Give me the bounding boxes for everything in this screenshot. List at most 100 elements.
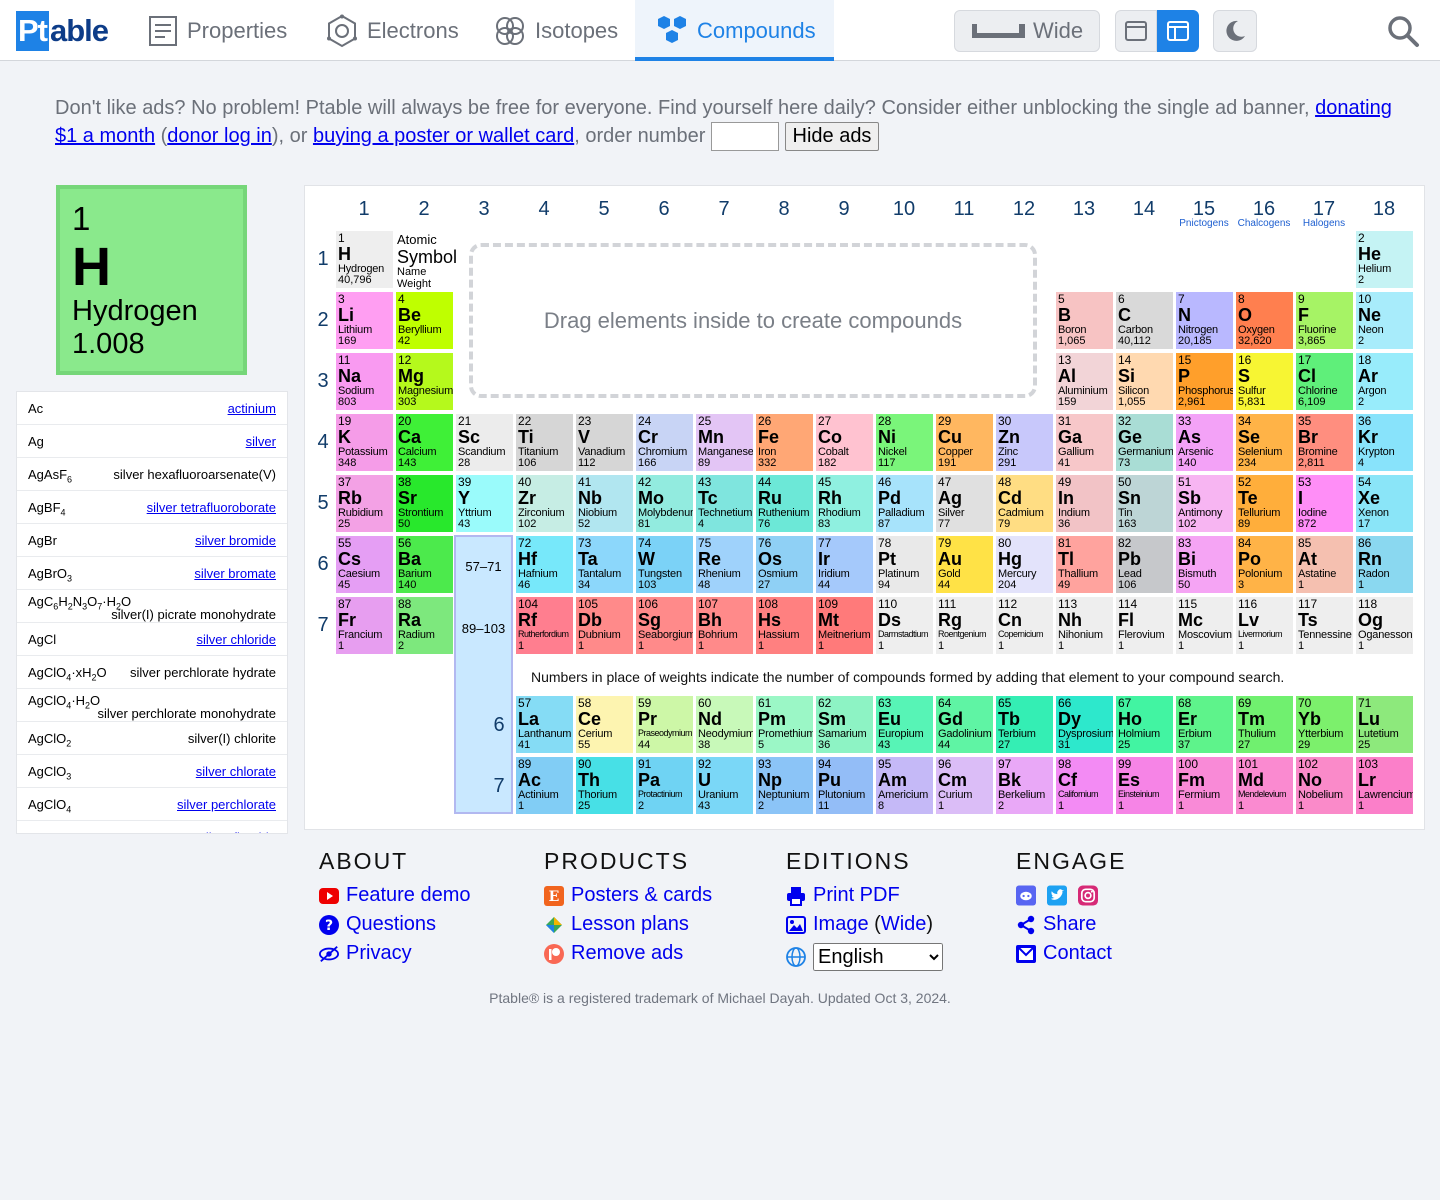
order-number-input[interactable] — [710, 122, 779, 151]
instagram-icon[interactable] — [1078, 885, 1098, 906]
compound-name[interactable]: actinium — [228, 401, 276, 416]
element-ruthenium[interactable]: 44 Ru Ruthenium 76 — [756, 475, 813, 532]
element-sulfur[interactable]: 16 S Sulfur 5,831 — [1236, 353, 1293, 410]
element-tin[interactable]: 50 Sn Tin 163 — [1116, 475, 1173, 532]
element-bohrium[interactable]: 107 Bh Bohrium 1 — [696, 597, 753, 654]
element-nihonium[interactable]: 113 Nh Nihonium 1 — [1056, 597, 1113, 654]
compound-name[interactable]: silver chloride — [197, 632, 276, 647]
element-germanium[interactable]: 32 Ge Germanium 73 — [1116, 414, 1173, 471]
compound-dropzone[interactable]: Drag elements inside to create compounds — [469, 243, 1037, 398]
element-iodine[interactable]: 53 I Iodine 872 — [1296, 475, 1353, 532]
element-barium[interactable]: 56 Ba Barium 140 — [396, 536, 453, 593]
element-curium[interactable]: 96 Cm Curium 1 — [936, 757, 993, 814]
layout-sidebar-button[interactable] — [1157, 10, 1199, 52]
compound-row[interactable]: AgClO4·H2O silver perchlorate monohydrate — [17, 689, 287, 722]
compound-name[interactable]: silver perchlorate — [177, 797, 276, 812]
element-dysprosium[interactable]: 66 Dy Dysprosium 31 — [1056, 696, 1113, 753]
element-boron[interactable]: 5 B Boron 1,065 — [1056, 292, 1113, 349]
donor-login-link[interactable]: donor log in — [167, 125, 272, 147]
compound-name[interactable]: silver fluoride — [199, 830, 276, 833]
element-darmstadtium[interactable]: 110 Ds Darmstadtium 1 — [876, 597, 933, 654]
element-lutetium[interactable]: 71 Lu Lutetium 25 — [1356, 696, 1413, 753]
element-palladium[interactable]: 46 Pd Palladium 87 — [876, 475, 933, 532]
element-nickel[interactable]: 28 Ni Nickel 117 — [876, 414, 933, 471]
element-lanthanum[interactable]: 57 La Lanthanum 41 — [516, 696, 573, 753]
element-bromine[interactable]: 35 Br Bromine 2,811 — [1296, 414, 1353, 471]
twitter-icon[interactable] — [1047, 885, 1067, 906]
element-argon[interactable]: 18 Ar Argon 2 — [1356, 353, 1413, 410]
element-radium[interactable]: 88 Ra Radium 2 — [396, 597, 453, 654]
element-plutonium[interactable]: 94 Pu Plutonium 11 — [816, 757, 873, 814]
element-scandium[interactable]: 21 Sc Scandium 28 — [456, 414, 513, 471]
remove-ads-link[interactable]: Remove ads — [544, 939, 712, 968]
element-lawrencium[interactable]: 103 Lr Lawrencium 1 — [1356, 757, 1413, 814]
element-berkelium[interactable]: 97 Bk Berkelium 2 — [996, 757, 1053, 814]
layout-compact-button[interactable] — [1115, 10, 1157, 52]
element-sodium[interactable]: 11 Na Sodium 803 — [336, 353, 393, 410]
element-gadolinium[interactable]: 64 Gd Gadolinium 44 — [936, 696, 993, 753]
feature-demo-link[interactable]: Feature demo — [319, 881, 471, 910]
element-thallium[interactable]: 81 Tl Thallium 49 — [1056, 536, 1113, 593]
compound-row[interactable]: Ac actinium — [17, 392, 287, 425]
element-holmium[interactable]: 67 Ho Holmium 25 — [1116, 696, 1173, 753]
compound-row[interactable]: AgClO3 silver chlorate — [17, 755, 287, 788]
element-titanium[interactable]: 22 Ti Titanium 106 — [516, 414, 573, 471]
element-oganesson[interactable]: 118 Og Oganesson 1 — [1356, 597, 1413, 654]
element-promethium[interactable]: 61 Pm Promethium 5 — [756, 696, 813, 753]
element-manganese[interactable]: 25 Mn Manganese 89 — [696, 414, 753, 471]
element-mendelevium[interactable]: 101 Md Mendelevium 1 — [1236, 757, 1293, 814]
element-tennessine[interactable]: 117 Ts Tennessine 1 — [1296, 597, 1353, 654]
element-samarium[interactable]: 62 Sm Samarium 36 — [816, 696, 873, 753]
element-hafnium[interactable]: 72 Hf Hafnium 46 — [516, 536, 573, 593]
element-seaborgium[interactable]: 106 Sg Seaborgium 1 — [636, 597, 693, 654]
compound-row[interactable]: AgClO4 silver perchlorate — [17, 788, 287, 821]
element-calcium[interactable]: 20 Ca Calcium 143 — [396, 414, 453, 471]
element-rubidium[interactable]: 37 Rb Rubidium 25 — [336, 475, 393, 532]
hide-ads-button[interactable]: Hide ads — [784, 122, 880, 151]
compound-row[interactable]: AgAsF6 silver hexafluoroarsenate(V) — [17, 458, 287, 491]
element-iron[interactable]: 26 Fe Iron 332 — [756, 414, 813, 471]
element-niobium[interactable]: 41 Nb Niobium 52 — [576, 475, 633, 532]
element-rutherfordium[interactable]: 104 Rf Rutherfordium 1 — [516, 597, 573, 654]
actinide-range[interactable]: 89–103 — [456, 621, 511, 636]
element-silicon[interactable]: 14 Si Silicon 1,055 — [1116, 353, 1173, 410]
tab-compounds[interactable]: Compounds — [635, 0, 834, 61]
element-helium[interactable]: 2 He Helium 2 — [1356, 231, 1413, 288]
element-selenium[interactable]: 34 Se Selenium 234 — [1236, 414, 1293, 471]
element-livermorium[interactable]: 116 Lv Livermorium 1 — [1236, 597, 1293, 654]
element-roentgenium[interactable]: 111 Rg Roentgenium 1 — [936, 597, 993, 654]
posters-link[interactable]: E Posters & cards — [544, 881, 712, 910]
element-zirconium[interactable]: 40 Zr Zirconium 102 — [516, 475, 573, 532]
element-nobelium[interactable]: 102 No Nobelium 1 — [1296, 757, 1353, 814]
element-yttrium[interactable]: 39 Y Yttrium 43 — [456, 475, 513, 532]
tab-properties[interactable]: Properties — [147, 0, 287, 61]
element-thorium[interactable]: 90 Th Thorium 25 — [576, 757, 633, 814]
element-lithium[interactable]: 3 Li Lithium 169 — [336, 292, 393, 349]
compound-name[interactable]: silver tetrafluoroborate — [147, 500, 276, 515]
element-copernicium[interactable]: 112 Cn Copernicium 1 — [996, 597, 1053, 654]
element-silver[interactable]: 47 Ag Silver 77 — [936, 475, 993, 532]
element-zinc[interactable]: 30 Zn Zinc 291 — [996, 414, 1053, 471]
element-californium[interactable]: 98 Cf Californium 1 — [1056, 757, 1113, 814]
element-indium[interactable]: 49 In Indium 36 — [1056, 475, 1113, 532]
compound-name[interactable]: silver bromide — [195, 533, 276, 548]
element-fluorine[interactable]: 9 F Fluorine 3,865 — [1296, 292, 1353, 349]
compound-row[interactable]: Ag silver — [17, 425, 287, 458]
compound-row[interactable]: AgBr silver bromide — [17, 524, 287, 557]
compound-list[interactable]: Ac actinium Ag silver AgAsF6 silver hexafluor… — [16, 391, 288, 834]
element-carbon[interactable]: 6 C Carbon 40,112 — [1116, 292, 1173, 349]
element-terbium[interactable]: 65 Tb Terbium 27 — [996, 696, 1053, 753]
search-button[interactable] — [1385, 13, 1421, 49]
element-oxygen[interactable]: 8 O Oxygen 32,620 — [1236, 292, 1293, 349]
image-link[interactable]: Image (Wide) — [786, 910, 943, 939]
element-neptunium[interactable]: 93 Np Neptunium 2 — [756, 757, 813, 814]
element-nitrogen[interactable]: 7 N Nitrogen 20,185 — [1176, 292, 1233, 349]
element-fermium[interactable]: 100 Fm Fermium 1 — [1176, 757, 1233, 814]
element-krypton[interactable]: 36 Kr Krypton 4 — [1356, 414, 1413, 471]
element-mercury[interactable]: 80 Hg Mercury 204 — [996, 536, 1053, 593]
element-cobalt[interactable]: 27 Co Cobalt 182 — [816, 414, 873, 471]
compound-row[interactable]: AgCl silver chloride — [17, 623, 287, 656]
share-link[interactable]: Share — [1016, 910, 1126, 939]
compound-row[interactable]: AgBF4 silver tetrafluoroborate — [17, 491, 287, 524]
lanthanide-range[interactable]: 57–71 — [456, 559, 511, 574]
